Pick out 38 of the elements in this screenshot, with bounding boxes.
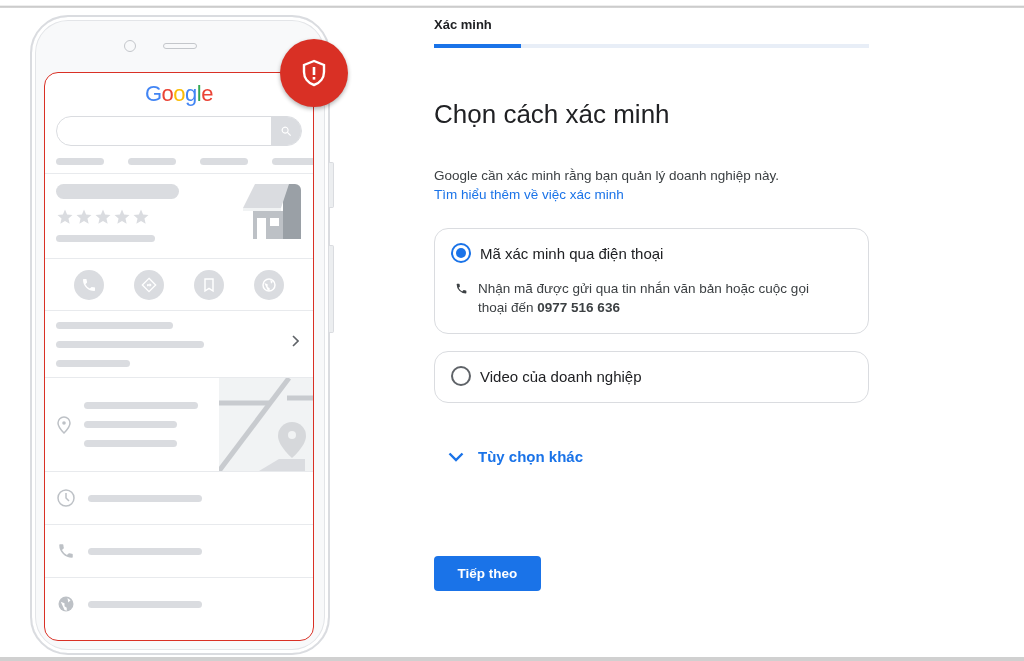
google-logo: Google: [145, 81, 213, 107]
option-card[interactable]: Video của doanh nghiệp: [434, 351, 869, 403]
globe-icon: [261, 276, 277, 293]
more-options-label: Tùy chọn khác: [478, 448, 584, 465]
speaker-slot: [163, 43, 197, 49]
step-label: Xác minh: [434, 17, 493, 32]
star-icon: [132, 208, 150, 226]
option-description: Nhận mã được gửi qua tin nhắn văn bản hoặc cuộc gọi thoại đến 0977 516 636: [478, 280, 810, 317]
phone-icon: [81, 276, 97, 293]
option-label: Video của doanh nghiệp: [480, 367, 642, 385]
search-icon: [279, 124, 293, 138]
option-card[interactable]: Mã xác minh qua điện thoại Nhận mã được gửi qua tin nhắn văn bản hoặc cuộc gọi thoại đến 0977 516 636: [434, 228, 869, 334]
star-icon: [94, 208, 112, 226]
next-button[interactable]: Tiếp theo: [434, 556, 541, 591]
chevron-right-icon: [291, 335, 299, 347]
description-text: Google cần xác minh rằng bạn quản lý doanh nghiệp này.: [434, 167, 780, 185]
placeholder-bar: [200, 158, 248, 165]
star-icon: [75, 208, 93, 226]
more-options-toggle[interactable]: Tùy chọn khác: [434, 447, 590, 466]
radio-button[interactable]: [451, 366, 471, 386]
radio-button[interactable]: [451, 243, 471, 263]
placeholder-bar: [272, 158, 313, 165]
phone-icon: [455, 282, 468, 295]
page-heading: Chọn cách xác minh: [434, 98, 671, 130]
clock-icon: [57, 489, 75, 507]
placeholder-bar: [128, 158, 176, 165]
location-pin-icon: [57, 415, 71, 434]
directions-icon: [141, 276, 157, 293]
star-icon: [56, 208, 74, 226]
globe-icon: [57, 595, 75, 613]
star-icon: [113, 208, 131, 226]
shield-alert-icon: [301, 59, 327, 87]
placeholder-bar: [56, 158, 104, 165]
option-label: Mã xác minh qua điện thoại: [480, 244, 664, 262]
bookmark-icon: [201, 276, 217, 293]
learn-more-link[interactable]: Tìm hiểu thêm về việc xác minh: [434, 185, 624, 204]
storefront-icon: [243, 184, 301, 239]
phone-icon: [57, 542, 75, 560]
